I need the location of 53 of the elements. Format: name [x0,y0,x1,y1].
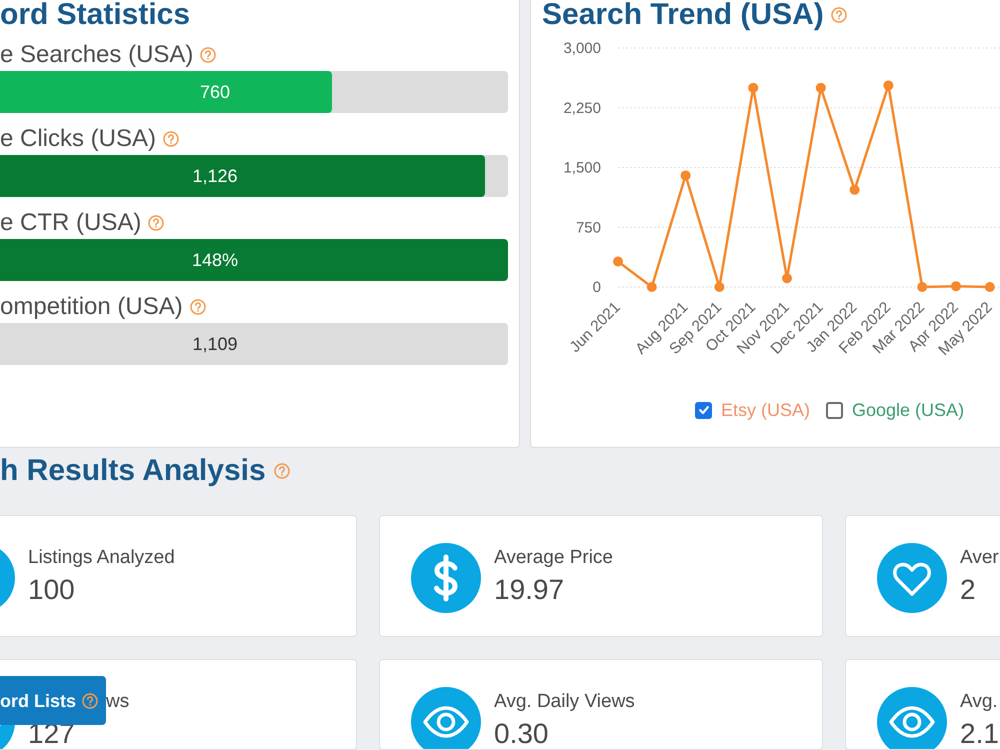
metric-label: e CTR (USA) [0,211,142,235]
data-point [816,82,826,93]
help-icon[interactable] [274,463,290,479]
panel-title: ord Statistics [0,0,190,30]
help-icon[interactable] [200,47,216,63]
data-point [883,80,894,90]
data-point [646,282,657,292]
legend-label: Etsy (USA) [721,400,810,420]
stat-value: 100 [28,576,76,604]
stat-label: ws [106,692,130,712]
help-icon[interactable] [82,692,98,708]
data-point [951,281,961,292]
data-point [984,282,995,292]
stat-label: Aver [960,548,999,568]
y-axis-label: 750 [576,219,601,236]
section-title: h Results Analysis [0,455,266,487]
data-point [917,282,928,292]
metric-value: 148% [192,249,238,271]
data-point [850,184,860,195]
stat-value: 0.30 [494,720,550,748]
stat-label: Avg. [960,692,999,712]
checkbox[interactable] [695,402,712,418]
stat-value: 2 [960,576,977,604]
y-axis-label: 1,500 [563,160,601,176]
metric-label: e Clicks (USA) [0,127,156,151]
stat-label: Average Price [494,548,613,568]
metric-label: ompetition (USA) [0,295,183,319]
y-axis-label: 3,000 [563,40,601,57]
word-lists-tab[interactable]: ord Lists [0,676,106,725]
dollar-icon [411,543,481,613]
help-icon[interactable] [148,215,164,231]
data-point [748,82,758,93]
help-icon[interactable] [163,131,180,147]
y-axis-label: 0 [592,279,601,296]
checkbox[interactable] [826,402,844,418]
checkmark-icon [698,404,710,416]
panel-title: Search Trend (USA) [542,0,824,30]
stat-label: Avg. Daily Views [494,692,635,712]
stat-value: 2.1 [960,720,999,748]
data-point [714,282,724,292]
legend-label: Google (USA) [852,400,964,420]
data-point [782,273,792,284]
stat-value: 19.97 [494,576,566,604]
help-icon[interactable] [190,299,206,315]
y-axis-label: 2,250 [563,100,601,117]
data-point [613,256,623,266]
metric-label: e Searches (USA) [0,43,194,67]
data-point [680,170,691,180]
metric-value: 1,126 [192,165,238,187]
stat-label: Listings Analyzed [28,548,175,568]
metric-value: 760 [200,81,230,103]
metric-value: 1,109 [192,333,238,355]
help-icon[interactable] [830,7,847,23]
